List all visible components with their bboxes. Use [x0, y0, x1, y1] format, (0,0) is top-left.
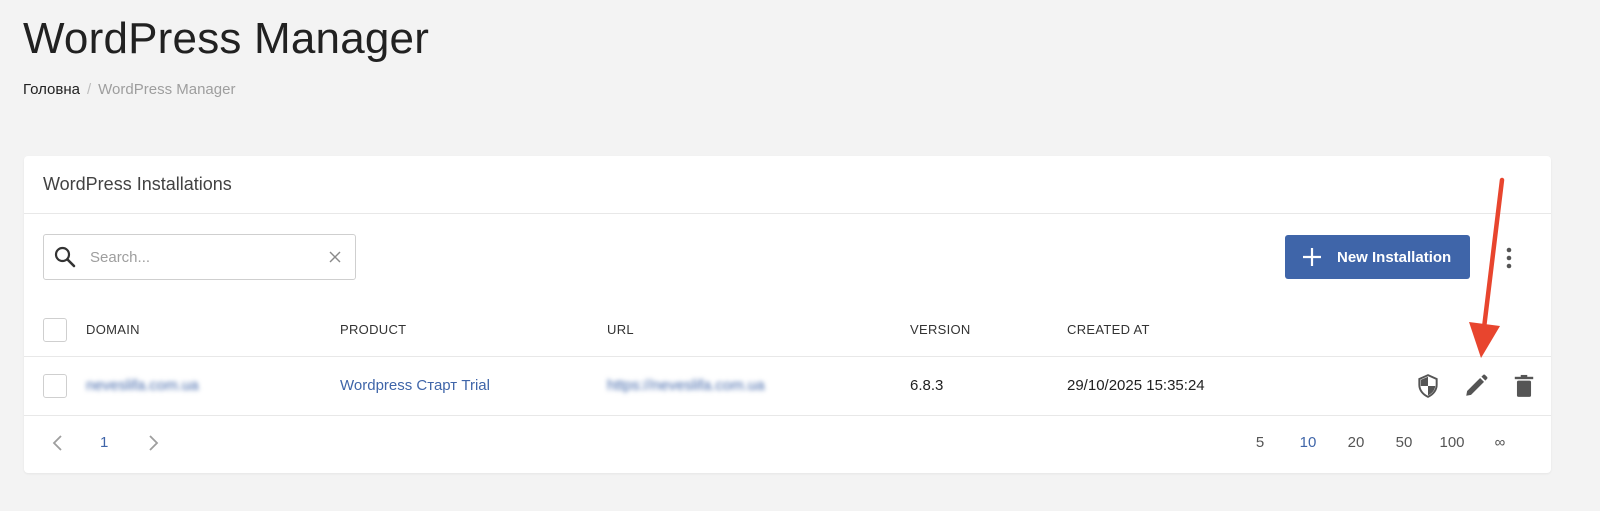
per-page-option-infinite[interactable]: ∞: [1476, 434, 1524, 451]
card-title: WordPress Installations: [43, 174, 232, 194]
card-header: WordPress Installations: [24, 156, 1551, 214]
chevron-left-icon[interactable]: [49, 433, 67, 453]
row-product[interactable]: Wordpress Старт Trial: [340, 356, 607, 415]
installations-card: WordPress Installations New Installation: [24, 156, 1551, 473]
plus-icon: [1303, 248, 1321, 266]
installations-table: DOMAIN PRODUCT URL VERSION CREATED AT ne…: [24, 304, 1551, 416]
shield-icon[interactable]: [1415, 373, 1441, 399]
breadcrumb-current: WordPress Manager: [98, 81, 236, 98]
row-url[interactable]: https://neveslifa.com.ua: [607, 356, 910, 415]
annotation-arrow-icon: [1469, 177, 1505, 358]
row-created-at: 29/10/2025 15:35:24: [1067, 377, 1205, 394]
row-select-cell: [24, 356, 86, 415]
column-actions: [1357, 304, 1551, 356]
column-domain[interactable]: DOMAIN: [86, 304, 340, 356]
row-checkbox[interactable]: [43, 373, 67, 398]
toolbar: New Installation: [24, 214, 1551, 304]
table-row: neveslifa.com.ua Wordpress Старт Trial h…: [24, 356, 1551, 415]
table-header-row: DOMAIN PRODUCT URL VERSION CREATED AT: [24, 304, 1551, 356]
pencil-icon[interactable]: [1463, 373, 1489, 399]
select-all-checkbox[interactable]: [43, 317, 67, 342]
search-icon: [54, 246, 76, 268]
column-created-at[interactable]: CREATED AT: [1067, 304, 1357, 356]
page-header: WordPress Manager Головна / WordPress Ma…: [23, 14, 429, 98]
close-icon[interactable]: [327, 249, 343, 265]
search-box: [43, 234, 356, 280]
table-footer: 1 5 10 20 50 100 ∞: [24, 415, 1551, 473]
row-domain[interactable]: neveslifa.com.ua: [86, 356, 340, 415]
per-page-option-50[interactable]: 50: [1380, 434, 1428, 451]
trash-icon[interactable]: [1511, 373, 1537, 399]
new-installation-label: New Installation: [1337, 248, 1452, 266]
row-version: 6.8.3: [910, 377, 944, 394]
per-page-selector: 5 10 20 50 100 ∞: [1236, 434, 1524, 451]
row-actions: [1357, 356, 1551, 415]
per-page-option-100[interactable]: 100: [1428, 434, 1476, 451]
select-all-cell: [24, 304, 86, 356]
breadcrumb-home[interactable]: Головна: [23, 81, 80, 98]
column-url[interactable]: URL: [607, 304, 910, 356]
chevron-right-icon[interactable]: [144, 433, 162, 453]
page-title: WordPress Manager: [23, 14, 430, 63]
per-page-option-20[interactable]: 20: [1332, 434, 1380, 451]
column-version[interactable]: VERSION: [910, 304, 1067, 356]
new-installation-button[interactable]: New Installation: [1285, 235, 1470, 279]
per-page-option-10[interactable]: 10: [1284, 434, 1332, 451]
column-product[interactable]: PRODUCT: [340, 304, 607, 356]
breadcrumb-separator: /: [87, 81, 92, 98]
breadcrumb: Головна / WordPress Manager: [23, 81, 429, 98]
search-input[interactable]: [90, 243, 310, 271]
per-page-option-5[interactable]: 5: [1236, 434, 1284, 451]
pagination-current-page[interactable]: 1: [100, 434, 108, 451]
